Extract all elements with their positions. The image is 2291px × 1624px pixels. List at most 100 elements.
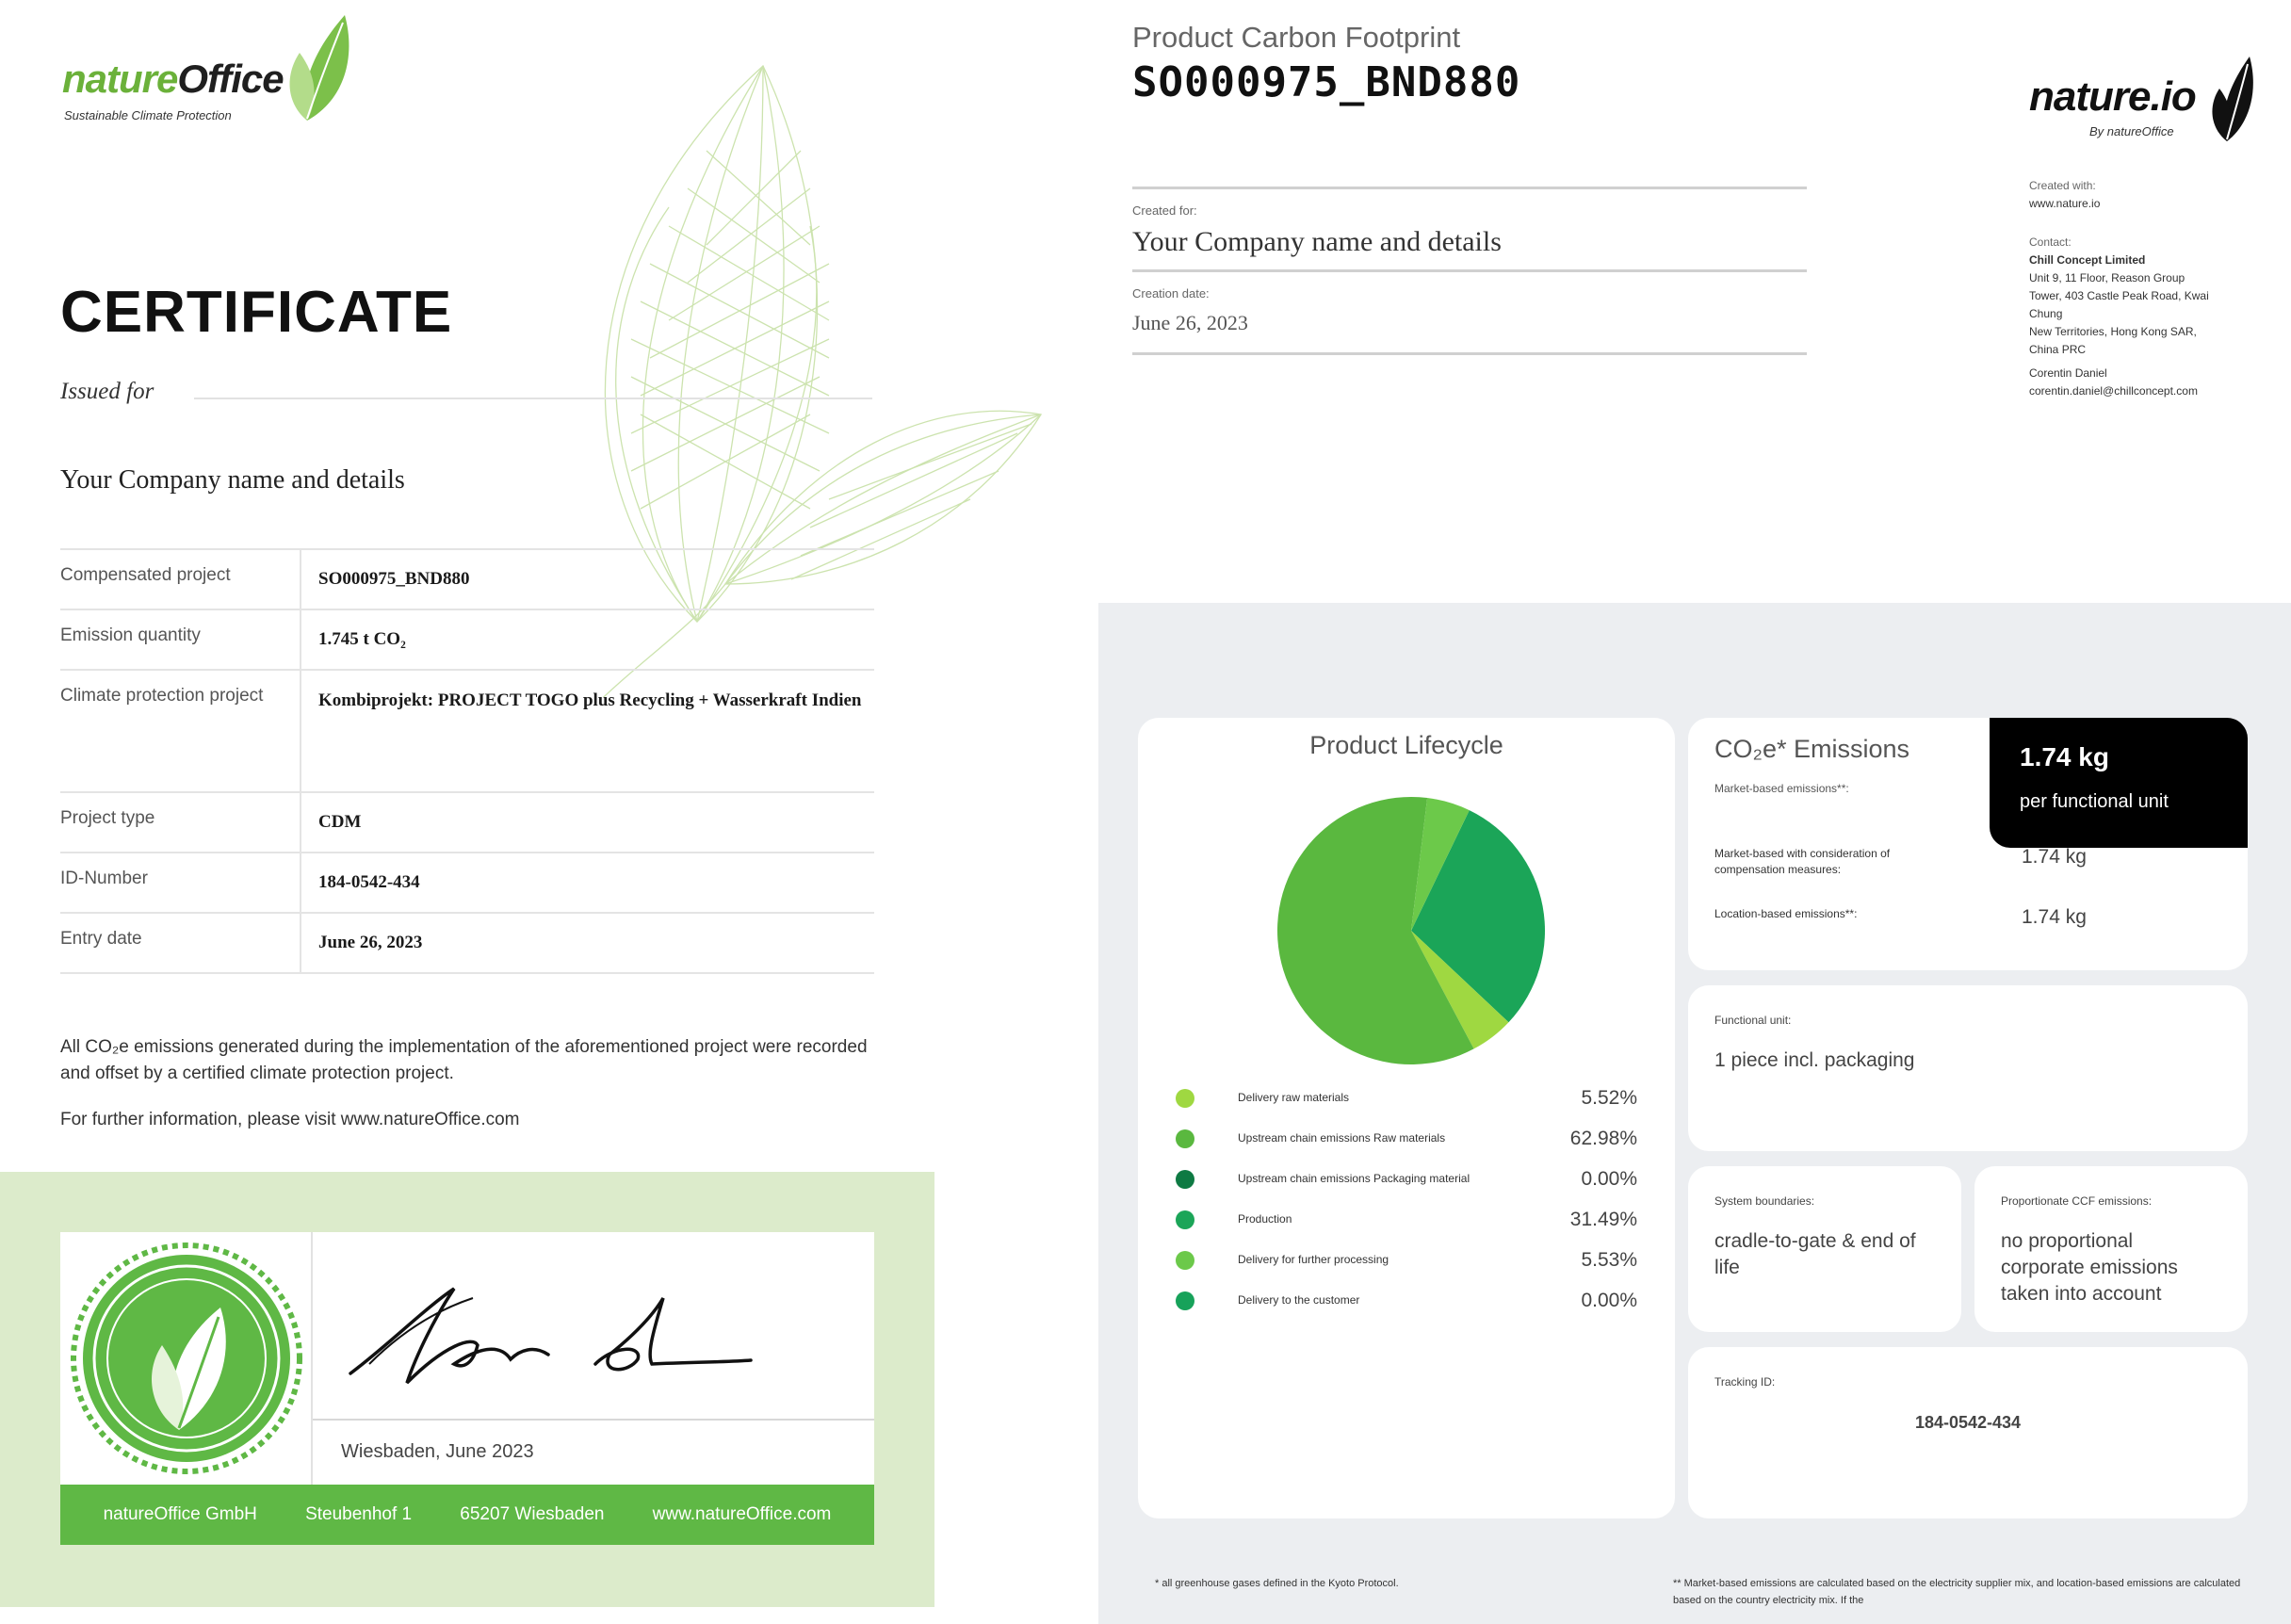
legend-item: Upstream chain emissions Raw materials 6… bbox=[1176, 1126, 1637, 1166]
row-label: Entry date bbox=[60, 914, 301, 972]
certificate-footer: Wiesbaden, June 2023 natureOffice GmbH S… bbox=[0, 1172, 934, 1607]
address-line: Unit 9, 11 Floor, Reason Group bbox=[2029, 271, 2185, 284]
signature-box: Wiesbaden, June 2023 bbox=[313, 1232, 874, 1485]
leaf-logo-icon bbox=[289, 15, 349, 121]
footer-company: natureOffice GmbH bbox=[103, 1504, 257, 1524]
legend-item: Delivery for further processing 5.53% bbox=[1176, 1247, 1637, 1288]
tracking-label: Tracking ID: bbox=[1714, 1375, 1776, 1389]
pcf-subtitle: Product Carbon Footprint bbox=[1132, 21, 1461, 54]
functional-unit-label: Functional unit: bbox=[1714, 1014, 1792, 1027]
address-line: New Territories, Hong Kong SAR, bbox=[2029, 325, 2197, 338]
footnote-market-based: ** Market-based emissions are calculated… bbox=[1673, 1578, 2241, 1606]
table-row: Emission quantity 1.745 t CO₂ bbox=[60, 610, 874, 671]
legend-dot bbox=[1176, 1291, 1194, 1310]
contact-person: Corentin Daniel bbox=[2029, 366, 2107, 380]
row-value: 184-0542-434 bbox=[318, 872, 420, 892]
tracking-id: 184-0542-434 bbox=[1914, 1413, 2022, 1432]
row-value: CDM bbox=[318, 812, 362, 832]
leaf-logo-icon bbox=[2212, 57, 2253, 141]
creation-date-label: Creation date: bbox=[1132, 286, 1210, 300]
issued-for-line bbox=[194, 398, 872, 399]
market-based-label: Market-based emissions**: bbox=[1714, 782, 1849, 795]
lifecycle-legend: Delivery raw materials 5.52% Upstream ch… bbox=[1176, 1085, 1637, 1328]
lifecycle-pie-chart bbox=[1277, 797, 1545, 1064]
legend-item: Upstream chain emissions Packaging mater… bbox=[1176, 1166, 1637, 1207]
signature-line bbox=[313, 1419, 874, 1421]
system-boundaries-label: System boundaries: bbox=[1714, 1194, 1815, 1208]
total-emissions-unit: per functional unit bbox=[2020, 791, 2169, 812]
table-row: ID-Number 184-0542-434 bbox=[60, 853, 874, 914]
row-label: ID-Number bbox=[60, 853, 301, 912]
system-boundaries-value: cradle-to-gate & end of life bbox=[1714, 1230, 1916, 1278]
created-for-label: Created for: bbox=[1132, 203, 1197, 218]
legend-label: Upstream chain emissions Packaging mater… bbox=[1238, 1172, 1470, 1185]
natureoffice-logo: natureOffice Sustainable Climate Protect… bbox=[60, 9, 362, 122]
footer-city: 65207 Wiesbaden bbox=[460, 1504, 605, 1524]
row-label: Project type bbox=[60, 793, 301, 852]
row-value: Kombiprojekt: PROJECT TOGO plus Recyclin… bbox=[318, 690, 862, 710]
proportionate-ccf-card: Proportionate CCF emissions: no proporti… bbox=[1974, 1166, 2248, 1332]
legend-value: 0.00% bbox=[1581, 1290, 1637, 1311]
certificate-company: Your Company name and details bbox=[60, 465, 405, 495]
row-value: SO000975_BND880 bbox=[318, 569, 470, 589]
legend-item: Delivery to the customer 0.00% bbox=[1176, 1288, 1637, 1328]
signature-place-date: Wiesbaden, June 2023 bbox=[341, 1441, 534, 1462]
functional-unit-value: 1 piece incl. packaging bbox=[1714, 1049, 1915, 1071]
legend-label: Delivery raw materials bbox=[1238, 1091, 1350, 1104]
offset-statement: All CO₂e emissions generated during the … bbox=[60, 1037, 868, 1083]
legend-label: Delivery to the customer bbox=[1238, 1293, 1360, 1307]
created-with-link[interactable]: www.nature.io bbox=[2029, 195, 2274, 213]
address-line: Tower, 403 Castle Peak Road, Kwai bbox=[2029, 289, 2209, 302]
seal-icon bbox=[71, 1242, 302, 1474]
further-info-link[interactable]: For further information, please visit ww… bbox=[60, 1110, 520, 1130]
pcf-summary-panel: Product Lifecycle Delivery raw materials… bbox=[1098, 603, 2291, 1624]
row-label: Compensated project bbox=[60, 550, 301, 609]
legend-value: 5.53% bbox=[1581, 1249, 1637, 1271]
pcf-page: Product Carbon Footprint SO000975_BND880… bbox=[1098, 0, 2291, 1624]
address-line: Chung bbox=[2029, 307, 2063, 320]
functional-unit-card: Functional unit: 1 piece incl. packaging bbox=[1688, 985, 2248, 1151]
legend-label: Upstream chain emissions Raw materials bbox=[1238, 1131, 1446, 1145]
table-row: Climate protection project Kombiprojekt:… bbox=[60, 671, 874, 793]
nature-io-logo: nature.io By natureOffice bbox=[2029, 53, 2274, 147]
legend-label: Delivery for further processing bbox=[1238, 1253, 1389, 1266]
footer-website[interactable]: www.natureOffice.com bbox=[653, 1504, 832, 1525]
divider bbox=[1132, 352, 1807, 355]
logo-tagline: Sustainable Climate Protection bbox=[64, 108, 232, 122]
signature-icon bbox=[349, 1287, 753, 1385]
legend-value: 5.52% bbox=[1581, 1087, 1637, 1109]
certificate-details-table: Compensated project SO000975_BND880 Emis… bbox=[60, 548, 874, 974]
lifecycle-card: Product Lifecycle Delivery raw materials… bbox=[1138, 718, 1675, 1518]
contact-email[interactable]: corentin.daniel@chillconcept.com bbox=[2029, 382, 2274, 400]
footer-bar: natureOffice GmbH Steubenhof 1 65207 Wie… bbox=[60, 1485, 874, 1545]
table-row: Compensated project SO000975_BND880 bbox=[60, 550, 874, 610]
divider bbox=[1132, 187, 1807, 189]
legend-dot bbox=[1176, 1129, 1194, 1148]
created-with-label: Created with: bbox=[2029, 179, 2096, 192]
divider bbox=[1132, 269, 1807, 272]
logo-word-office: Office bbox=[177, 57, 284, 101]
contact-block: Created with: www.nature.io Contact: Chi… bbox=[2029, 177, 2274, 400]
system-boundaries-card: System boundaries: cradle-to-gate & end … bbox=[1688, 1166, 1961, 1332]
logo-word: nature.io bbox=[2029, 73, 2197, 120]
contact-company: Chill Concept Limited bbox=[2029, 253, 2146, 267]
emissions-title: CO₂e* Emissions bbox=[1714, 735, 1910, 763]
row-value: 1.745 t CO₂ bbox=[318, 629, 406, 649]
legend-dot bbox=[1176, 1170, 1194, 1189]
legend-dot bbox=[1176, 1089, 1194, 1108]
creation-date: June 26, 2023 bbox=[1132, 311, 1248, 334]
row-value: June 26, 2023 bbox=[318, 933, 423, 952]
logo-by: By natureOffice bbox=[2089, 124, 2174, 138]
emission-value: 1.74 kg bbox=[2022, 846, 2087, 868]
emissions-card: CO₂e* Emissions Market-based emissions**… bbox=[1688, 718, 2248, 970]
issued-for-label: Issued for bbox=[60, 379, 154, 404]
row-label: Emission quantity bbox=[60, 610, 301, 669]
pcf-company: Your Company name and details bbox=[1132, 226, 1502, 257]
footer-street: Steubenhof 1 bbox=[305, 1504, 413, 1524]
total-emissions-value: 1.74 kg bbox=[2020, 742, 2109, 771]
certificate-page: natureOffice Sustainable Climate Protect… bbox=[0, 0, 1043, 1624]
legend-dot bbox=[1176, 1251, 1194, 1270]
lifecycle-title: Product Lifecycle bbox=[1309, 731, 1503, 759]
emission-value: 1.74 kg bbox=[2022, 906, 2087, 928]
pcf-product-id: SO000975_BND880 bbox=[1132, 58, 1521, 106]
